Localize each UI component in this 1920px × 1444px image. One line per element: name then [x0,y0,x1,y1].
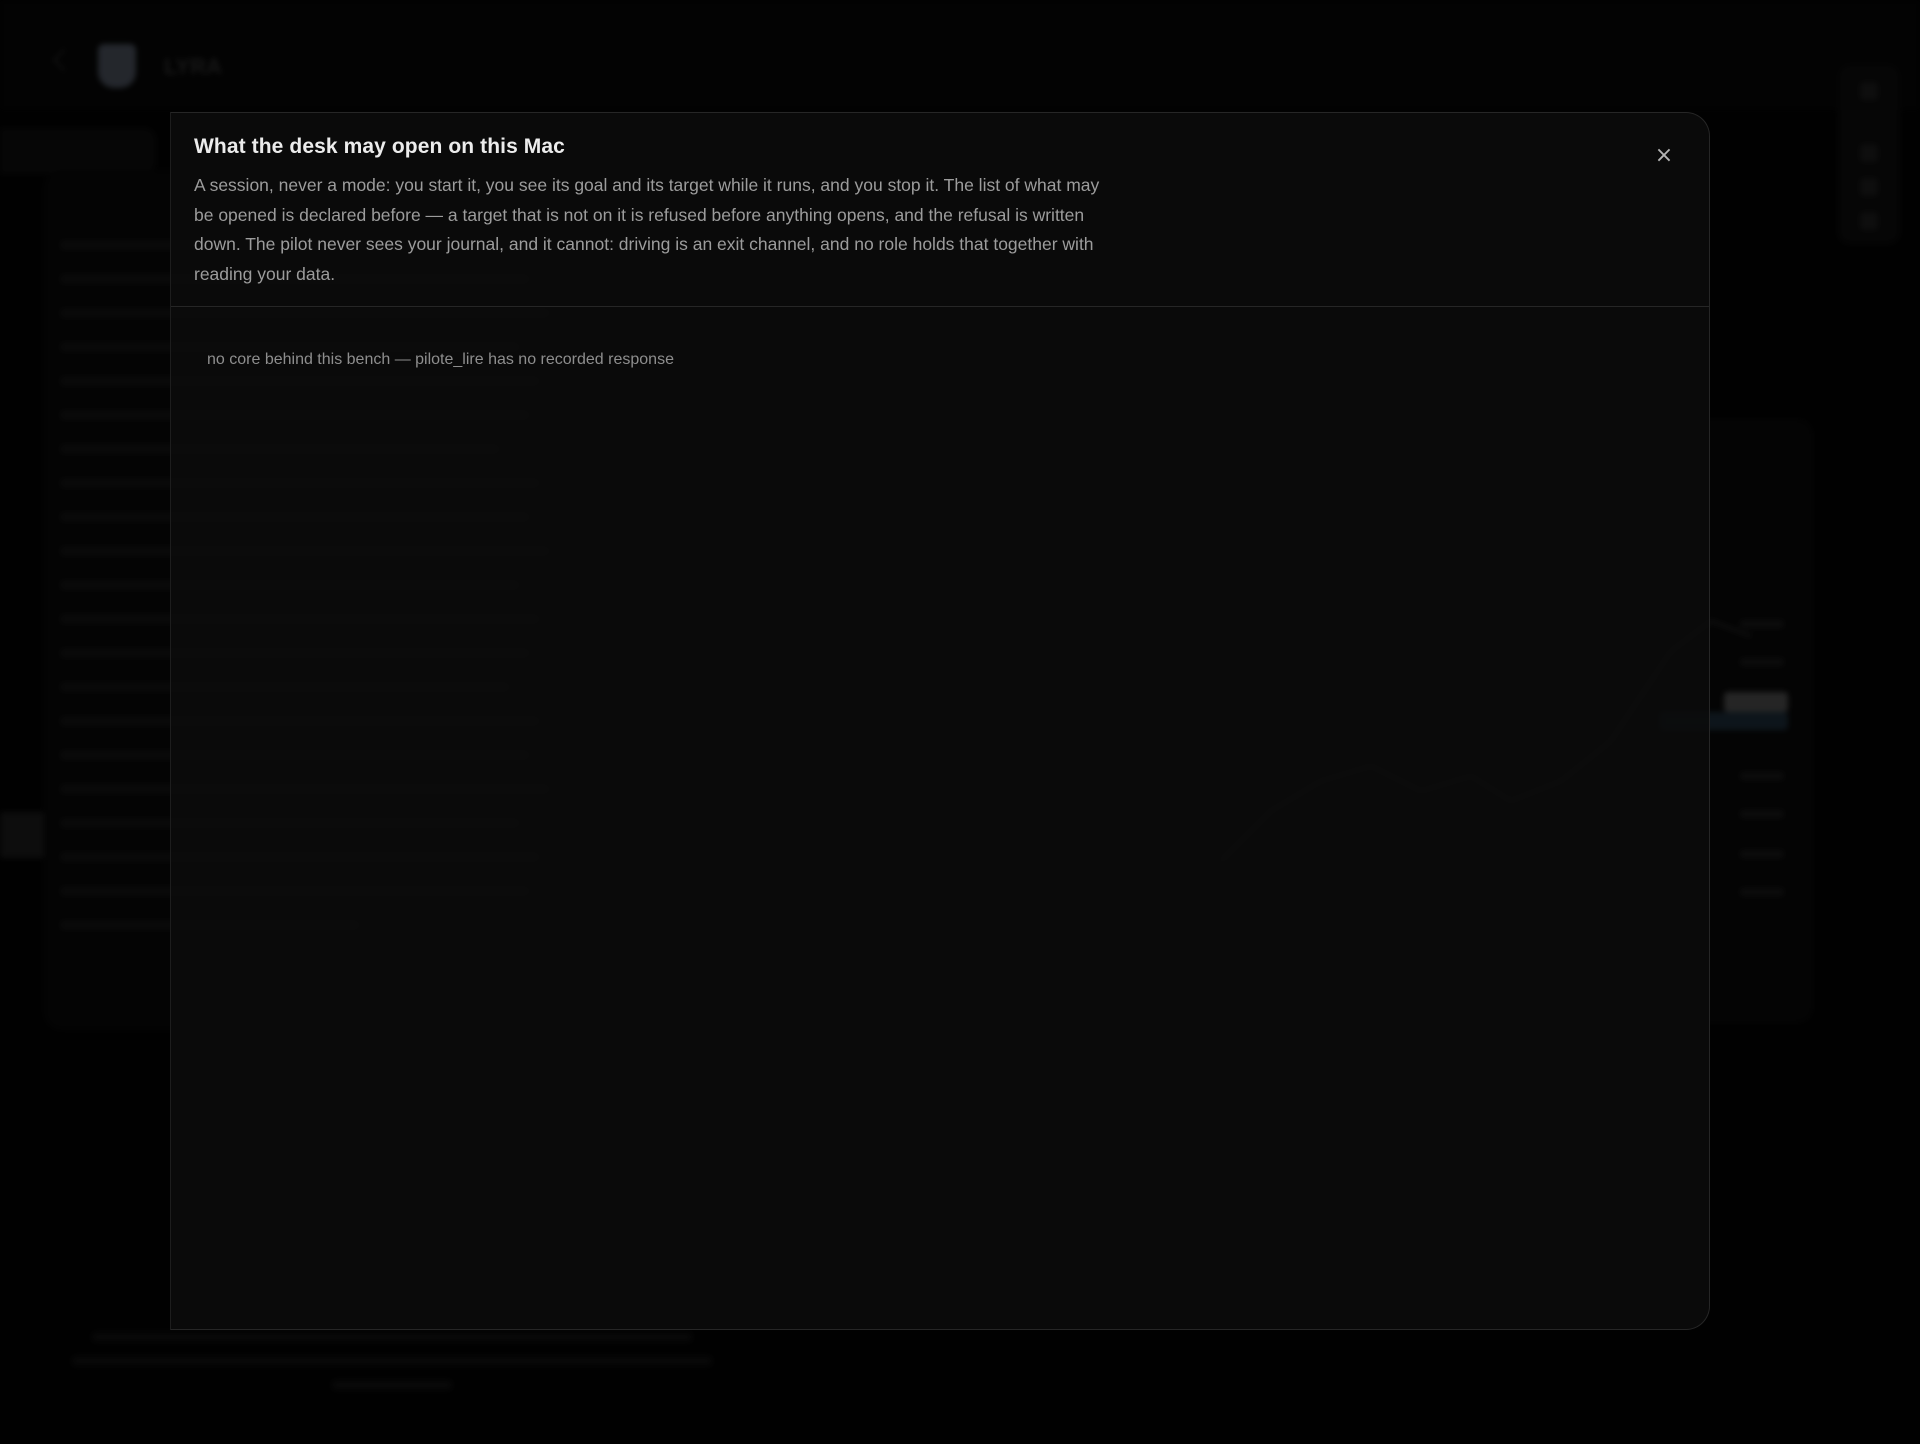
app-window: LYRA What the desk may open on this Mac … [0,0,1920,1444]
permissions-dialog: What the desk may open on this Mac A ses… [170,112,1710,1330]
dialog-header: What the desk may open on this Mac A ses… [171,113,1709,307]
close-icon[interactable]: × [1653,145,1675,167]
empty-state-message: no core behind this bench — pilote_lire … [207,351,674,368]
dialog-description: A session, never a mode: you start it, y… [194,175,1100,284]
dialog-title: What the desk may open on this Mac [194,135,565,158]
